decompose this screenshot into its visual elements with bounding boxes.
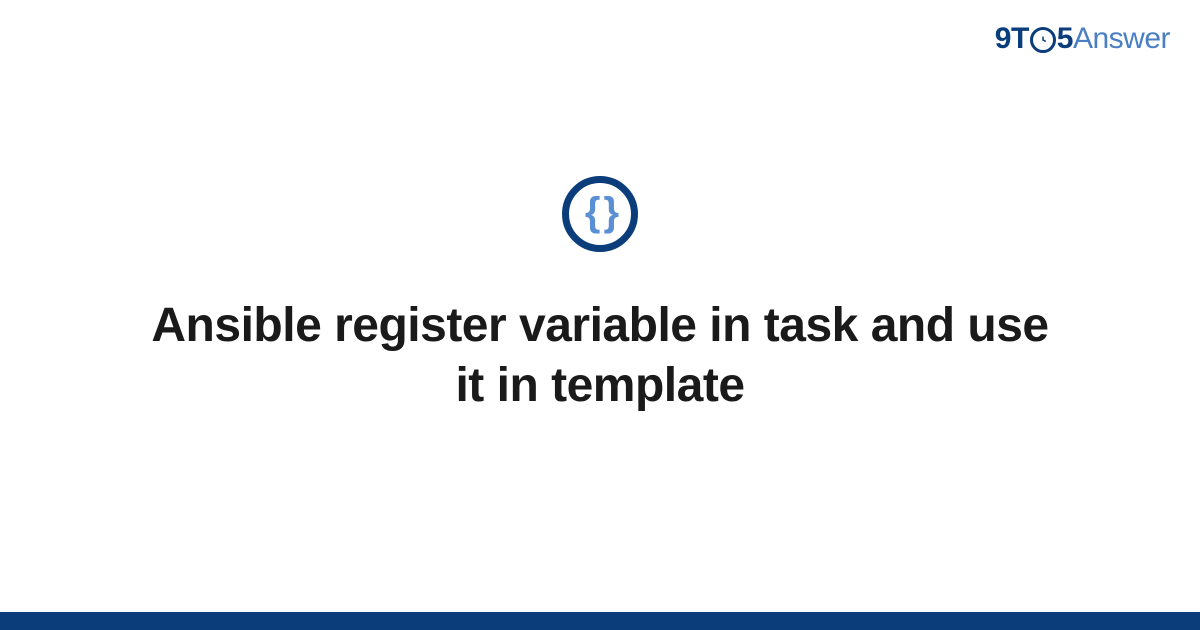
- logo-t: T: [1011, 22, 1029, 56]
- logo-answer: Answer: [1073, 22, 1170, 56]
- logo-nine: 9: [995, 22, 1011, 56]
- logo-five: 5: [1057, 22, 1073, 56]
- bottom-accent-bar: [0, 612, 1200, 630]
- code-braces-icon: { }: [562, 176, 638, 252]
- site-logo: 9 T 5 Answer: [995, 22, 1170, 56]
- page-title: Ansible register variable in task and us…: [150, 296, 1050, 416]
- clock-icon: [1030, 27, 1056, 53]
- braces-glyph: { }: [585, 192, 615, 232]
- main-content: { } Ansible register variable in task an…: [0, 176, 1200, 416]
